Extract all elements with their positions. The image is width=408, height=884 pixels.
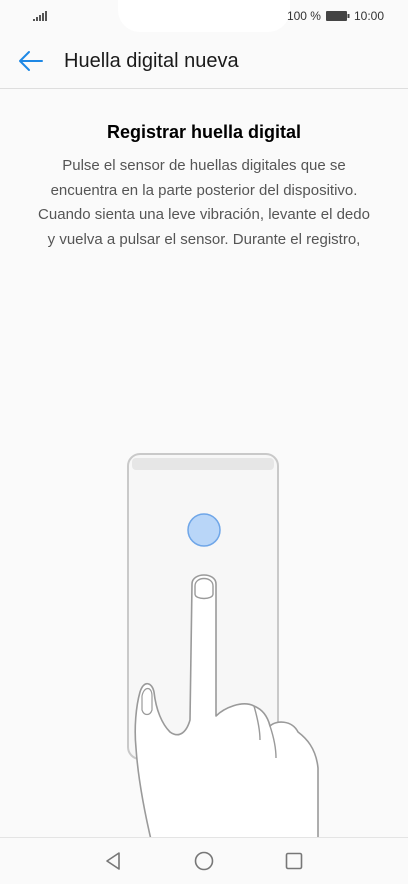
signal-icon (33, 11, 47, 21)
back-triangle-icon[interactable] (102, 850, 124, 872)
thumbnail-icon (141, 687, 153, 716)
recents-square-icon[interactable] (283, 850, 305, 872)
fingerprint-illustration (127, 453, 319, 844)
battery-icon (325, 11, 350, 21)
fingernail-icon (194, 577, 214, 600)
back-button[interactable] (14, 46, 48, 76)
navigation-bar (0, 837, 408, 884)
phone-screen-top (132, 458, 274, 470)
status-bar: 100 % 10:00 (0, 0, 408, 34)
instructions: Registrar huella digital Pulse el sensor… (0, 120, 408, 253)
camera-notch (118, 0, 290, 32)
instruction-line: y vuelva a pulsar el sensor. Durante el … (47, 231, 361, 249)
page-title: Huella digital nueva (64, 50, 239, 72)
arrow-left-icon (19, 51, 43, 71)
instruction-line: Pulse el sensor de huellas digitales que… (62, 157, 346, 174)
instruction-line: encuentra en la parte posterior del disp… (50, 181, 358, 199)
home-circle-icon[interactable] (193, 850, 215, 872)
instruction-text: Pulse el sensor de huellas digitales que… (0, 154, 408, 253)
clock: 10:00 (353, 9, 384, 23)
battery-percent: 100 % (286, 9, 321, 23)
instruction-line: Cuando sienta una leve vibración, levant… (38, 206, 370, 224)
status-right: 100 % 10:00 (287, 9, 384, 23)
app-bar: Huella digital nueva (0, 34, 408, 89)
section-heading: Registrar huella digital (106, 122, 302, 142)
fingerprint-sensor-icon (187, 513, 221, 547)
